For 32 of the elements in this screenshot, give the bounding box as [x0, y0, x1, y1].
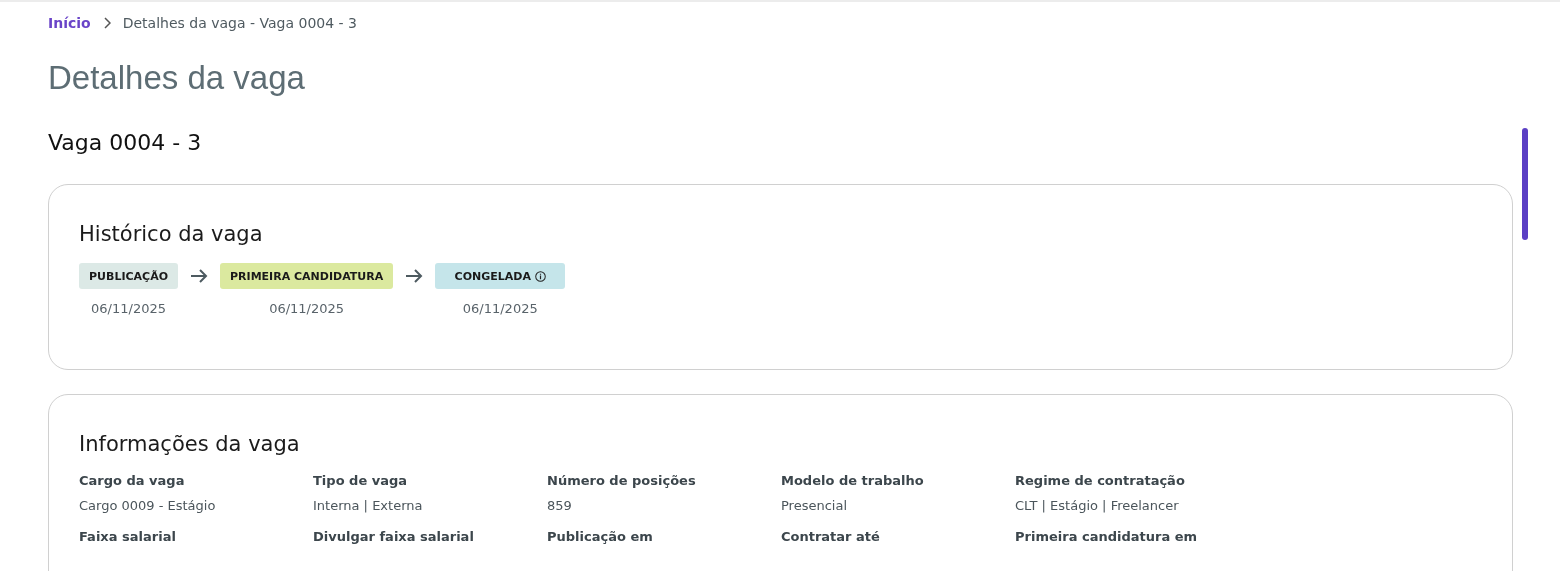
field-value: CLT | Estágio | Freelancer — [1015, 498, 1180, 513]
card-title: Histórico da vaga — [79, 221, 264, 248]
field-label: Tipo de vaga — [313, 473, 409, 488]
field-label: Número de posições — [547, 473, 697, 488]
tag-label: CONGELADA — [454, 269, 531, 283]
field-label: Modelo de trabalho — [781, 473, 925, 488]
card-title: Informações da vaga — [79, 431, 301, 458]
scrollbar-thumb[interactable] — [1522, 128, 1528, 240]
field-value: Interna | Externa — [313, 498, 424, 513]
field-label: Divulgar faixa salarial — [313, 529, 475, 544]
field-label: Primeira candidatura em — [1015, 529, 1199, 544]
field-value: 859 — [547, 498, 573, 513]
breadcrumb-link[interactable]: Início — [48, 15, 91, 31]
field-value: Presencial — [781, 498, 848, 513]
field-label: Publicação em — [547, 529, 654, 544]
field-label: Cargo da vaga — [79, 473, 186, 488]
tag-label: PUBLICAÇÃO — [89, 269, 168, 283]
info-icon[interactable] — [534, 270, 546, 282]
job-title: Vaga 0004 - 3 — [48, 129, 203, 157]
page-title: Detalhes da vaga — [48, 58, 306, 98]
arrow-icon — [190, 268, 208, 284]
tag-label: PRIMEIRA CANDIDATURA — [230, 269, 384, 283]
field-label: Contratar até — [781, 529, 881, 544]
field-label: Faixa salarial — [79, 529, 177, 544]
step-date: 06/11/2025 — [462, 301, 538, 316]
field-label: Regime de contratação — [1015, 473, 1186, 488]
breadcrumb-current: Detalhes da vaga - Vaga 0004 - 3 — [122, 15, 357, 31]
arrow-icon — [405, 268, 424, 284]
chevron-right-icon — [102, 17, 111, 29]
field-value: Cargo 0009 - Estágio — [79, 498, 217, 513]
step-date: 06/11/2025 — [269, 301, 345, 316]
step-date: 06/11/2025 — [91, 301, 166, 316]
